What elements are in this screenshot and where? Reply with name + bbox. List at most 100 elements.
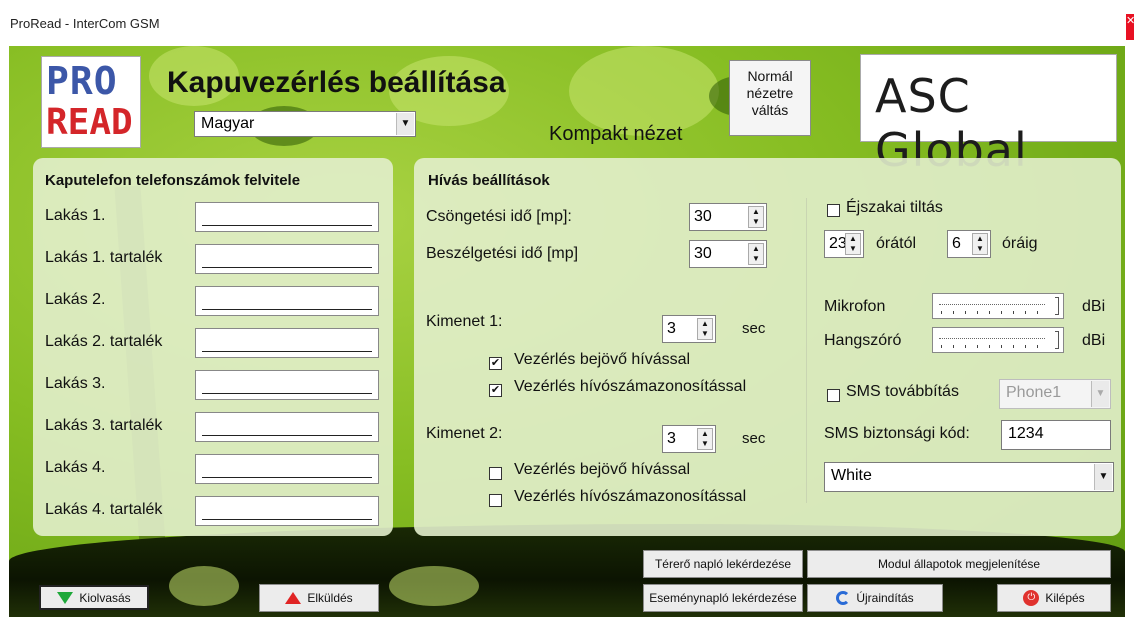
apartment-2-input[interactable] [195, 286, 379, 316]
apartment-3-label: Lakás 3. [45, 375, 106, 392]
output-1-unit: sec [742, 320, 766, 337]
microphone-label: Mikrofon [824, 298, 886, 315]
apartment-3-input[interactable] [195, 370, 379, 400]
event-log-button-label: Eseménynapló lekérdezése [649, 591, 797, 605]
compact-view-label: Kompakt nézet [549, 123, 683, 145]
night-ban-checkbox[interactable] [827, 204, 840, 217]
normal-view-button-line: nézetre [746, 85, 794, 101]
chevron-down-icon[interactable]: ▼ [1094, 464, 1112, 490]
spinner-arrows-icon[interactable]: ▲ ▼ [972, 233, 988, 255]
phone-numbers-panel: Kaputelefon telefonszámok felvitele Laká… [33, 158, 393, 536]
chevron-down-icon[interactable]: ▼ [396, 113, 414, 135]
slider-thumb[interactable] [1055, 297, 1059, 315]
window-titlebar: ProRead - InterCom GSM ✕ [0, 0, 1134, 46]
output-1-label: Kimenet 1: [426, 313, 503, 330]
event-log-button[interactable]: Eseménynapló lekérdezése [643, 584, 803, 612]
sms-code-value: 1234 [1008, 425, 1044, 442]
spinner-arrows-icon[interactable]: ▲ ▼ [748, 243, 764, 265]
spinner-arrows-icon[interactable]: ▲ ▼ [697, 318, 713, 340]
language-select-value: Magyar [201, 115, 255, 132]
apartment-3-backup-label: Lakás 3. tartalék [45, 417, 163, 434]
logo-read-text: READ [46, 102, 133, 143]
night-from-spinner[interactable]: 23 ▲ ▼ [824, 230, 864, 258]
arrow-up-icon [285, 592, 302, 604]
apartment-2-label: Lakás 2. [45, 291, 106, 308]
ring-time-label: Csöngetési idő [mp]: [426, 208, 572, 225]
output-1-incoming-label: Vezérlés bejövő hívással [514, 351, 691, 368]
signal-log-button-label: Térerő napló lekérdezése [654, 557, 792, 571]
language-select[interactable]: Magyar ▼ [194, 111, 416, 137]
microphone-unit: dBi [1082, 298, 1106, 315]
normal-view-button-line: váltás [751, 102, 789, 118]
send-button[interactable]: Elküldés [259, 584, 379, 612]
call-settings-title: Hívás beállítások [428, 172, 550, 189]
sms-code-label: SMS biztonsági kód: [824, 425, 970, 442]
arrow-down-icon [57, 591, 74, 604]
apartment-1-input[interactable] [195, 202, 379, 232]
night-to-label: óráig [1002, 235, 1038, 252]
sms-code-input[interactable]: 1234 [1001, 420, 1111, 450]
close-icon[interactable]: ✕ [1126, 14, 1134, 40]
exit-button-label: Kilépés [1045, 591, 1085, 605]
output-2-value: 3 [667, 430, 676, 447]
speaker-slider[interactable] [932, 327, 1064, 353]
read-button[interactable]: Kiolvasás [39, 585, 149, 610]
background-leaf [389, 566, 479, 606]
apartment-1-backup-label: Lakás 1. tartalék [45, 249, 163, 266]
output-2-incoming-checkbox[interactable] [489, 467, 502, 480]
apartment-2-backup-input[interactable] [195, 328, 379, 358]
talk-time-value: 30 [694, 245, 712, 262]
phone-numbers-title: Kaputelefon telefonszámok felvitele [45, 172, 301, 189]
slider-thumb[interactable] [1055, 331, 1059, 349]
theme-select[interactable]: White ▼ [824, 462, 1114, 492]
module-status-button-label: Modul állapotok megjelenítése [877, 557, 1041, 571]
chevron-down-icon[interactable]: ▼ [1091, 381, 1109, 407]
output-1-callerid-checkbox[interactable]: ✔ [489, 384, 502, 397]
sms-forward-checkbox[interactable] [827, 389, 840, 402]
normal-view-button[interactable]: Normál nézetre váltás [729, 60, 811, 136]
exit-button[interactable]: ⏻ Kilépés [997, 584, 1111, 612]
spinner-arrows-icon[interactable]: ▲ ▼ [697, 428, 713, 450]
module-status-button[interactable]: Modul állapotok megjelenítése [807, 550, 1111, 578]
talk-time-label: Beszélgetési idő [mp] [426, 245, 579, 262]
output-2-spinner[interactable]: 3 ▲ ▼ [662, 425, 716, 453]
night-to-value: 6 [952, 235, 961, 252]
output-2-callerid-checkbox[interactable] [489, 494, 502, 507]
restart-button-label: Újraindítás [856, 591, 914, 605]
power-icon: ⏻ [1023, 590, 1040, 606]
apartment-4-label: Lakás 4. [45, 459, 106, 476]
read-button-label: Kiolvasás [79, 590, 131, 605]
logo-pro-text: PRO [46, 59, 118, 103]
ring-time-value: 30 [694, 208, 712, 225]
output-2-callerid-label: Vezérlés hívószámazonosítással [514, 488, 747, 505]
apartment-2-backup-label: Lakás 2. tartalék [45, 333, 163, 350]
apartment-4-backup-input[interactable] [195, 496, 379, 526]
output-1-incoming-checkbox[interactable]: ✔ [489, 357, 502, 370]
night-to-spinner[interactable]: 6 ▲ ▼ [947, 230, 991, 258]
apartment-4-backup-label: Lakás 4. tartalék [45, 501, 163, 518]
output-1-spinner[interactable]: 3 ▲ ▼ [662, 315, 716, 343]
apartment-3-backup-input[interactable] [195, 412, 379, 442]
apartment-1-backup-input[interactable] [195, 244, 379, 274]
ring-time-spinner[interactable]: 30 ▲ ▼ [689, 203, 767, 231]
apartment-4-input[interactable] [195, 454, 379, 484]
sms-phone-select[interactable]: Phone1 ▼ [999, 379, 1111, 409]
spinner-arrows-icon[interactable]: ▲ ▼ [845, 233, 861, 255]
app-window: PRO READ Kapuvezérlés beállítása Magyar … [9, 46, 1125, 617]
night-ban-label: Éjszakai tiltás [846, 199, 943, 216]
background-leaf [169, 566, 239, 606]
talk-time-spinner[interactable]: 30 ▲ ▼ [689, 240, 767, 268]
sms-forward-label: SMS továbbítás [846, 383, 959, 400]
panel-divider [806, 198, 807, 503]
call-settings-panel: Hívás beállítások Csöngetési idő [mp]: 3… [414, 158, 1121, 536]
restart-icon [836, 591, 851, 605]
output-2-label: Kimenet 2: [426, 425, 503, 442]
theme-select-value: White [831, 467, 872, 484]
asc-global-logo: ASC Global [860, 54, 1117, 177]
restart-button[interactable]: Újraindítás [807, 584, 943, 612]
speaker-label: Hangszóró [824, 332, 902, 349]
microphone-slider[interactable] [932, 293, 1064, 319]
output-2-incoming-label: Vezérlés bejövő hívással [514, 461, 691, 478]
signal-log-button[interactable]: Térerő napló lekérdezése [643, 550, 803, 578]
spinner-arrows-icon[interactable]: ▲ ▼ [748, 206, 764, 228]
